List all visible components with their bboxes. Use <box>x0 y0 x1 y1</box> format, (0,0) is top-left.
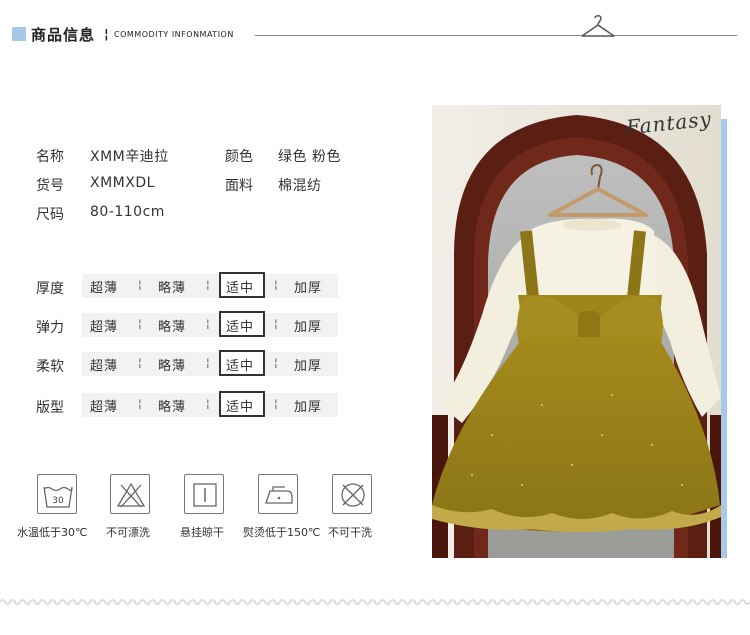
scale-bar: 超薄 略薄 适中 加厚 ¦ ¦ ¦ <box>82 311 338 337</box>
scale-separator: ¦ <box>274 397 278 410</box>
code-value: XMMXDL <box>90 175 155 191</box>
name-value: XMM辛迪拉 <box>90 149 169 165</box>
size-label: 尺码 <box>36 207 64 223</box>
scale-separator: ¦ <box>138 317 142 330</box>
size-value: 80-110cm <box>90 204 165 220</box>
scale-option: 加厚 <box>294 400 323 415</box>
scale-option: 加厚 <box>294 281 323 296</box>
bottom-wavy-divider <box>0 599 750 605</box>
hang-dry-icon <box>184 474 224 514</box>
scale-separator: ¦ <box>138 397 142 410</box>
scale-option: 适中 <box>226 281 255 296</box>
header-divider-right <box>612 35 737 36</box>
scale-separator: ¦ <box>138 356 142 369</box>
care-label-wash: 水温低于30℃ <box>17 526 88 539</box>
no-dry-clean-icon <box>332 474 372 514</box>
scale-label: 版型 <box>36 400 64 416</box>
scale-option: 超薄 <box>90 320 119 335</box>
scale-label: 厚度 <box>36 281 64 297</box>
color-value: 绿色 粉色 <box>278 149 341 165</box>
wash-30-icon: 30 <box>37 474 77 514</box>
scale-option: 适中 <box>226 359 255 374</box>
care-label-dryclean: 不可干洗 <box>328 526 372 539</box>
scale-separator: ¦ <box>274 356 278 369</box>
hanger-icon <box>581 15 615 37</box>
fabric-label: 面料 <box>225 178 253 194</box>
section-subtitle: COMMODITY INFONMATION <box>114 30 234 39</box>
scale-option: 加厚 <box>294 359 323 374</box>
scale-separator: ¦ <box>206 278 210 291</box>
section-title: 商品信息 <box>31 26 96 44</box>
scale-label: 柔软 <box>36 359 64 375</box>
fabric-value: 棉混纺 <box>278 178 322 194</box>
scale-option: 超薄 <box>90 400 119 415</box>
dress-illustration <box>432 105 721 558</box>
scale-separator: ¦ <box>206 397 210 410</box>
scale-label: 弹力 <box>36 320 64 336</box>
scale-option: 略薄 <box>158 320 187 335</box>
care-label-bleach: 不可漂洗 <box>106 526 150 539</box>
header-divider-left <box>255 35 585 36</box>
scale-separator: ¦ <box>206 317 210 330</box>
code-label: 货号 <box>36 178 64 194</box>
care-label-iron: 熨烫低于150℃ <box>243 526 321 539</box>
scale-bar: 超薄 略薄 适中 加厚 ¦ ¦ ¦ <box>82 272 338 298</box>
scale-bar: 超薄 略薄 适中 加厚 ¦ ¦ ¦ <box>82 350 338 376</box>
scale-bar: 超薄 略薄 适中 加厚 ¦ ¦ ¦ <box>82 391 338 417</box>
care-label-dry: 悬挂晾干 <box>180 526 224 539</box>
wash-temperature: 30 <box>52 496 64 506</box>
photo-accent-bar <box>721 119 727 558</box>
header-accent-square <box>12 27 26 41</box>
scale-separator: ¦ <box>206 356 210 369</box>
scale-option: 略薄 <box>158 400 187 415</box>
scale-option: 略薄 <box>158 359 187 374</box>
scale-separator: ¦ <box>274 278 278 291</box>
product-photo <box>432 105 721 558</box>
name-label: 名称 <box>36 149 64 165</box>
scale-option: 适中 <box>226 400 255 415</box>
no-bleach-icon <box>110 474 150 514</box>
scale-option: 加厚 <box>294 320 323 335</box>
scale-separator: ¦ <box>138 278 142 291</box>
scale-option: 适中 <box>226 320 255 335</box>
scale-option: 超薄 <box>90 359 119 374</box>
scale-separator: ¦ <box>274 317 278 330</box>
scale-option: 略薄 <box>158 281 187 296</box>
color-label: 颜色 <box>225 149 253 165</box>
iron-low-icon <box>258 474 298 514</box>
scale-option: 超薄 <box>90 281 119 296</box>
header-separator: ¦ <box>104 27 109 42</box>
